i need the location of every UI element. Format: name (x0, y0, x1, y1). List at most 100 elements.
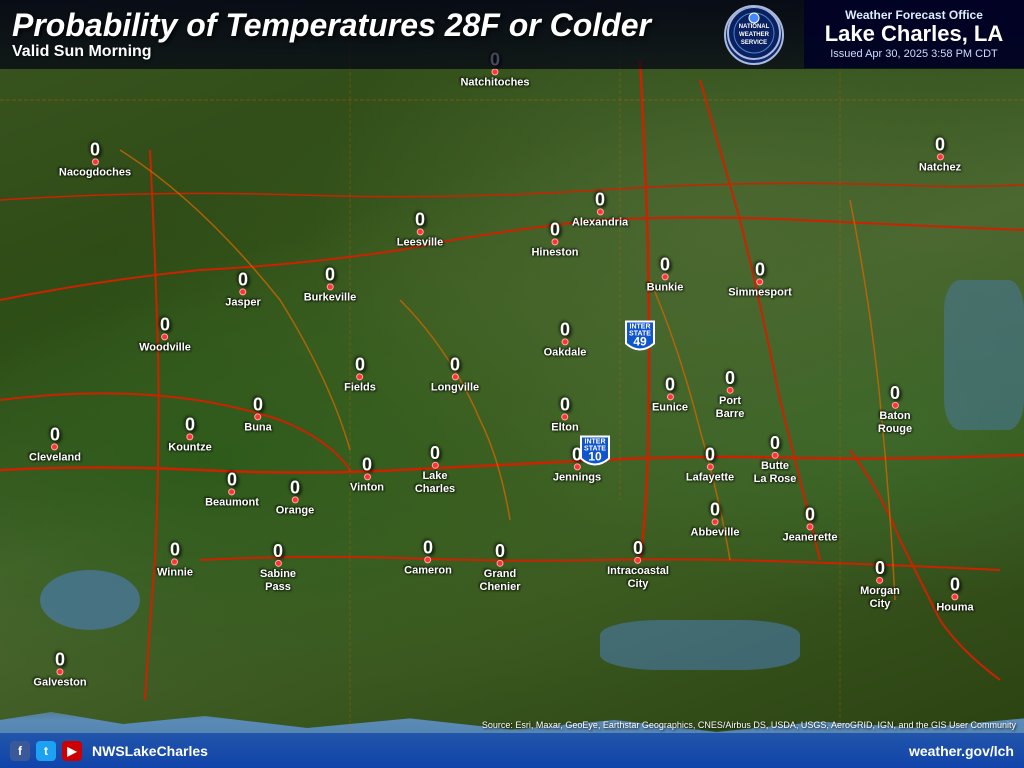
probability-value: 0 (423, 538, 433, 556)
city-name: Alexandria (572, 216, 628, 229)
map-background (0, 0, 1024, 768)
city-dot (491, 68, 498, 75)
city-dot (937, 153, 944, 160)
probability-value: 0 (550, 220, 560, 238)
city-dot (876, 577, 883, 584)
city-group: 0Vinton (350, 455, 384, 494)
probability-value: 0 (90, 140, 100, 158)
city-dot (57, 668, 64, 675)
city-name: Elton (551, 421, 579, 434)
city-name: Simmesport (728, 286, 792, 299)
city-group: 0 Winnie (157, 540, 193, 579)
city-group: 0Alexandria (572, 190, 628, 229)
probability-value: 0 (560, 320, 570, 338)
city-dot (635, 557, 642, 564)
city-name: GrandChenier (480, 568, 521, 594)
nws-label: Weather Forecast Office (816, 8, 1012, 22)
issued-text: Issued Apr 30, 2025 3:58 PM CDT (816, 48, 1012, 60)
city-name: Jeanerette (782, 531, 837, 544)
probability-value: 0 (238, 270, 248, 288)
city-name: Natchez (919, 161, 961, 174)
city-dot (552, 238, 559, 245)
probability-value: 0 (160, 315, 170, 333)
city-group: 0Cameron (404, 538, 452, 577)
city-group: 0 Simmesport (728, 260, 792, 299)
city-name: ButteLa Rose (754, 460, 797, 486)
probability-value: 0 (710, 500, 720, 518)
city-dot (891, 402, 898, 409)
city-dot (162, 333, 169, 340)
city-group: 0 Kountze (168, 415, 211, 454)
city-dot (229, 488, 236, 495)
probability-value: 0 (633, 539, 643, 557)
probability-value: 0 (325, 265, 335, 283)
city-group: 0Oakdale (544, 320, 587, 359)
city-name: Abbeville (691, 526, 740, 539)
probability-value: 0 (430, 444, 440, 462)
map-container: Probability of Temperatures 28F or Colde… (0, 0, 1024, 768)
probability-value: 0 (185, 415, 195, 433)
city-name: Eunice (652, 401, 688, 414)
probability-value: 0 (875, 559, 885, 577)
city-name: Lafayette (686, 471, 734, 484)
city-dot (274, 560, 281, 567)
city-dot (666, 393, 673, 400)
svg-text:10: 10 (588, 450, 602, 464)
city-group: 0 Buna (244, 395, 272, 434)
city-dot (662, 273, 669, 280)
city-name: Buna (244, 421, 272, 434)
probability-value: 0 (253, 395, 263, 413)
city-dot (327, 283, 334, 290)
city-name: Kountze (168, 441, 211, 454)
city-name: Burkeville (304, 291, 357, 304)
city-group: 0Galveston (33, 650, 86, 689)
city-group: 0Leesville (397, 210, 443, 249)
facebook-icon: f (10, 741, 30, 761)
city-group: 0 Woodville (139, 315, 191, 354)
social-handle: NWSLakeCharles (92, 743, 208, 759)
youtube-icon: ▶ (62, 741, 82, 761)
probability-value: 0 (950, 575, 960, 593)
city-name: Vinton (350, 481, 384, 494)
probability-value: 0 (355, 355, 365, 373)
twitter-icon: t (36, 741, 56, 761)
water-body-galveston (40, 570, 140, 630)
city-dot (562, 413, 569, 420)
city-dot (363, 473, 370, 480)
nws-logo-text: NATIONAL WEATHER SERVICE (727, 6, 781, 63)
city-name: Fields (344, 381, 376, 394)
info-box: Weather Forecast Office Lake Charles, LA… (804, 0, 1024, 68)
probability-value: 0 (755, 260, 765, 278)
city-name: IntracoastalCity (607, 565, 669, 591)
city-group: 0Jeanerette (782, 505, 837, 544)
probability-value: 0 (170, 540, 180, 558)
svg-text:INTER: INTER (585, 439, 606, 446)
interstate-shield: INTER STATE 49 (624, 320, 656, 361)
city-group: 0MorganCity (860, 559, 900, 611)
svg-text:WEATHER: WEATHER (739, 32, 770, 38)
city-name: Winnie (157, 566, 193, 579)
city-name: Orange (276, 504, 315, 517)
water-body-coast (600, 620, 800, 670)
probability-value: 0 (495, 542, 505, 560)
city-group: 0BatonRouge (878, 384, 912, 436)
city-dot (186, 433, 193, 440)
probability-value: 0 (415, 210, 425, 228)
city-dot (431, 462, 438, 469)
svg-text:SERVICE: SERVICE (741, 40, 767, 46)
city-group: 0 IntracoastalCity (607, 539, 669, 591)
city-dot (91, 158, 98, 165)
city-group: 0SabinePass (260, 542, 296, 594)
city-group: 0 Abbeville (691, 500, 740, 539)
city-name: Cleveland (29, 451, 81, 464)
city-dot (416, 228, 423, 235)
city-group: 0Orange (276, 478, 315, 517)
city-dot (497, 560, 504, 567)
svg-text:49: 49 (633, 335, 647, 349)
city-group: 0Elton (551, 395, 579, 434)
office-name: Lake Charles, LA (816, 22, 1012, 46)
city-dot (255, 413, 262, 420)
city-name: Woodville (139, 341, 191, 354)
city-dot (706, 463, 713, 470)
source-text: Source: Esri, Maxar, GeoEye, Earthstar G… (482, 720, 1016, 730)
